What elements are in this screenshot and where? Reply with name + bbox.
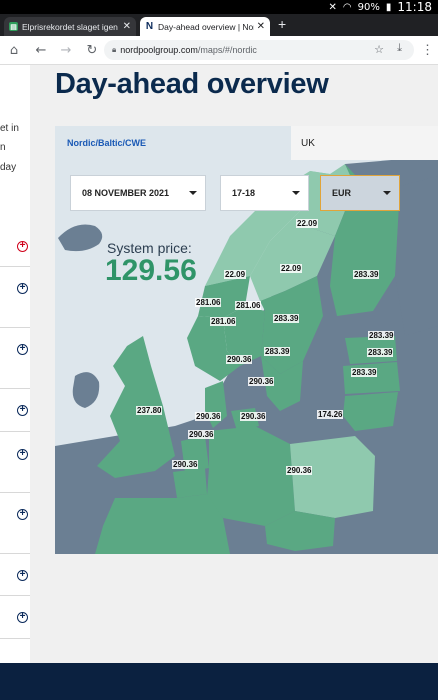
price-label-de[interactable]: 290.36 <box>240 412 267 421</box>
ireland-land <box>72 372 100 408</box>
chevron-down-icon <box>189 191 197 195</box>
close-tab-icon[interactable]: ✕ <box>257 21 265 32</box>
expand-plus-icon[interactable]: + <box>17 283 28 294</box>
price-label-se1[interactable]: 22.09 <box>296 219 319 228</box>
page-content: et in n day + + + + + + + + Day-ahead ov… <box>0 65 438 663</box>
price-label-pl[interactable]: 174.26 <box>317 410 344 419</box>
back-arrow-icon[interactable]: ← <box>33 42 49 58</box>
currency-value: EUR <box>332 188 352 198</box>
russia-land <box>395 176 438 336</box>
price-label-dk1[interactable]: 290.36 <box>226 355 253 364</box>
region-lv <box>343 362 400 394</box>
divider <box>0 266 30 267</box>
divider <box>0 431 30 432</box>
nordpool-n-icon: N <box>145 21 154 32</box>
overflow-menu-icon[interactable]: ⋮ <box>421 42 434 58</box>
price-label-gb[interactable]: 237.80 <box>136 406 163 415</box>
divider <box>0 388 30 389</box>
download-icon[interactable]: ⤓ <box>397 42 402 55</box>
price-label-ee[interactable]: 283.39 <box>368 331 395 340</box>
forward-arrow-icon[interactable]: → <box>58 42 74 58</box>
divider <box>0 595 30 596</box>
bookmark-star-icon[interactable]: ☆ <box>374 43 384 56</box>
region-be <box>173 468 207 498</box>
currency-select[interactable]: EUR <box>320 175 400 211</box>
region-de <box>207 426 295 526</box>
expand-plus-icon[interactable]: + <box>17 241 28 252</box>
tab-nordic-baltic-cwe[interactable]: Nordic/Baltic/CWE <box>55 126 291 160</box>
price-label-se2[interactable]: 22.09 <box>280 264 303 273</box>
price-label-se4[interactable]: 283.39 <box>264 347 291 356</box>
date-select[interactable]: 08 NOVEMBER 2021 <box>70 175 206 211</box>
price-label-nl[interactable]: 290.36 <box>195 412 222 421</box>
sidebar-text-fragment: day <box>0 162 17 173</box>
url-host: nordpoolgroup.com <box>120 45 198 55</box>
region-lt <box>343 392 398 431</box>
price-label-lt[interactable]: 283.39 <box>351 368 378 377</box>
new-tab-icon[interactable]: + <box>278 16 286 32</box>
tab-title: Elprisrekordet slaget igen p <box>22 21 120 32</box>
price-label-lv[interactable]: 283.39 <box>367 348 394 357</box>
region-fr <box>95 494 230 554</box>
browser-tab-nordpool[interactable]: N Day-ahead overview | Nord P ✕ <box>140 17 270 36</box>
clock: 11:18 <box>397 0 432 14</box>
price-label-be[interactable]: 290.36 <box>188 430 215 439</box>
wifi-icon: ◠ <box>342 1 352 13</box>
android-status-bar: ✕ ◠ 90% ▮ 11:18 <box>0 0 438 14</box>
chevron-down-icon <box>292 191 300 195</box>
battery-icon: ▮ <box>385 1 392 13</box>
divider <box>0 492 30 493</box>
hour-value: 17-18 <box>232 188 256 198</box>
price-label-se3[interactable]: 283.39 <box>273 314 300 323</box>
browser-tab-elpris[interactable]: ▤ Elprisrekordet slaget igen p ✕ <box>4 17 136 36</box>
close-tab-icon[interactable]: ✕ <box>123 21 131 32</box>
price-label-at[interactable]: 290.36 <box>286 466 313 475</box>
address-bar[interactable]: 🔒︎ nordpoolgroup.com/maps/#/nordic ☆ ⤓ <box>104 40 414 60</box>
expand-plus-icon[interactable]: + <box>17 405 28 416</box>
left-sidebar-fragment: et in n day + + + + + + + + <box>0 65 30 663</box>
sidebar-text-fragment: et in <box>0 123 19 134</box>
browser-tab-strip: ▤ Elprisrekordet slaget igen p ✕ N Day-a… <box>0 14 438 36</box>
date-value: 08 NOVEMBER 2021 <box>82 188 170 198</box>
price-label-fi[interactable]: 283.39 <box>353 270 380 279</box>
expand-plus-icon[interactable]: + <box>17 449 28 460</box>
system-price-value: 129.56 <box>105 254 197 287</box>
tab-uk[interactable]: UK <box>291 126 438 160</box>
reload-icon[interactable]: ↻ <box>84 42 100 58</box>
iceland-land <box>58 224 103 252</box>
page-title: Day-ahead overview <box>55 68 329 100</box>
battery-percent: 90% <box>357 1 380 13</box>
sidebar-text-fragment: n <box>0 142 6 153</box>
tab-title: Day-ahead overview | Nord P <box>158 21 254 32</box>
divider <box>0 553 30 554</box>
region-pl <box>290 436 375 518</box>
expand-plus-icon[interactable]: + <box>17 509 28 520</box>
price-map-panel: Nordic/Baltic/CWE UK 08 NOVEMBER 2021 17… <box>55 126 438 554</box>
price-label-no3[interactable]: 281.06 <box>195 298 222 307</box>
hour-select[interactable]: 17-18 <box>220 175 309 211</box>
chevron-down-icon <box>383 191 391 195</box>
price-label-fr[interactable]: 290.36 <box>172 460 199 469</box>
divider <box>0 638 30 639</box>
divider <box>0 327 30 328</box>
price-label-dk2[interactable]: 290.36 <box>248 377 275 386</box>
expand-plus-icon[interactable]: + <box>17 344 28 355</box>
site-footer <box>0 663 438 700</box>
url-path: /maps/#/nordic <box>197 45 257 55</box>
price-label-no2[interactable]: 281.06 <box>210 317 237 326</box>
green-doc-icon: ▤ <box>9 22 18 31</box>
expand-plus-icon[interactable]: + <box>17 570 28 581</box>
lock-icon: 🔒︎ <box>112 45 117 54</box>
price-label-no4[interactable]: 22.09 <box>224 270 247 279</box>
expand-plus-icon[interactable]: + <box>17 612 28 623</box>
price-label-no1[interactable]: 281.06 <box>235 301 262 310</box>
home-icon[interactable]: ⌂ <box>6 42 22 58</box>
mute-icon: ✕ <box>328 1 337 13</box>
browser-toolbar: ⌂ ← → ↻ 🔒︎ nordpoolgroup.com/maps/#/nord… <box>0 36 438 65</box>
